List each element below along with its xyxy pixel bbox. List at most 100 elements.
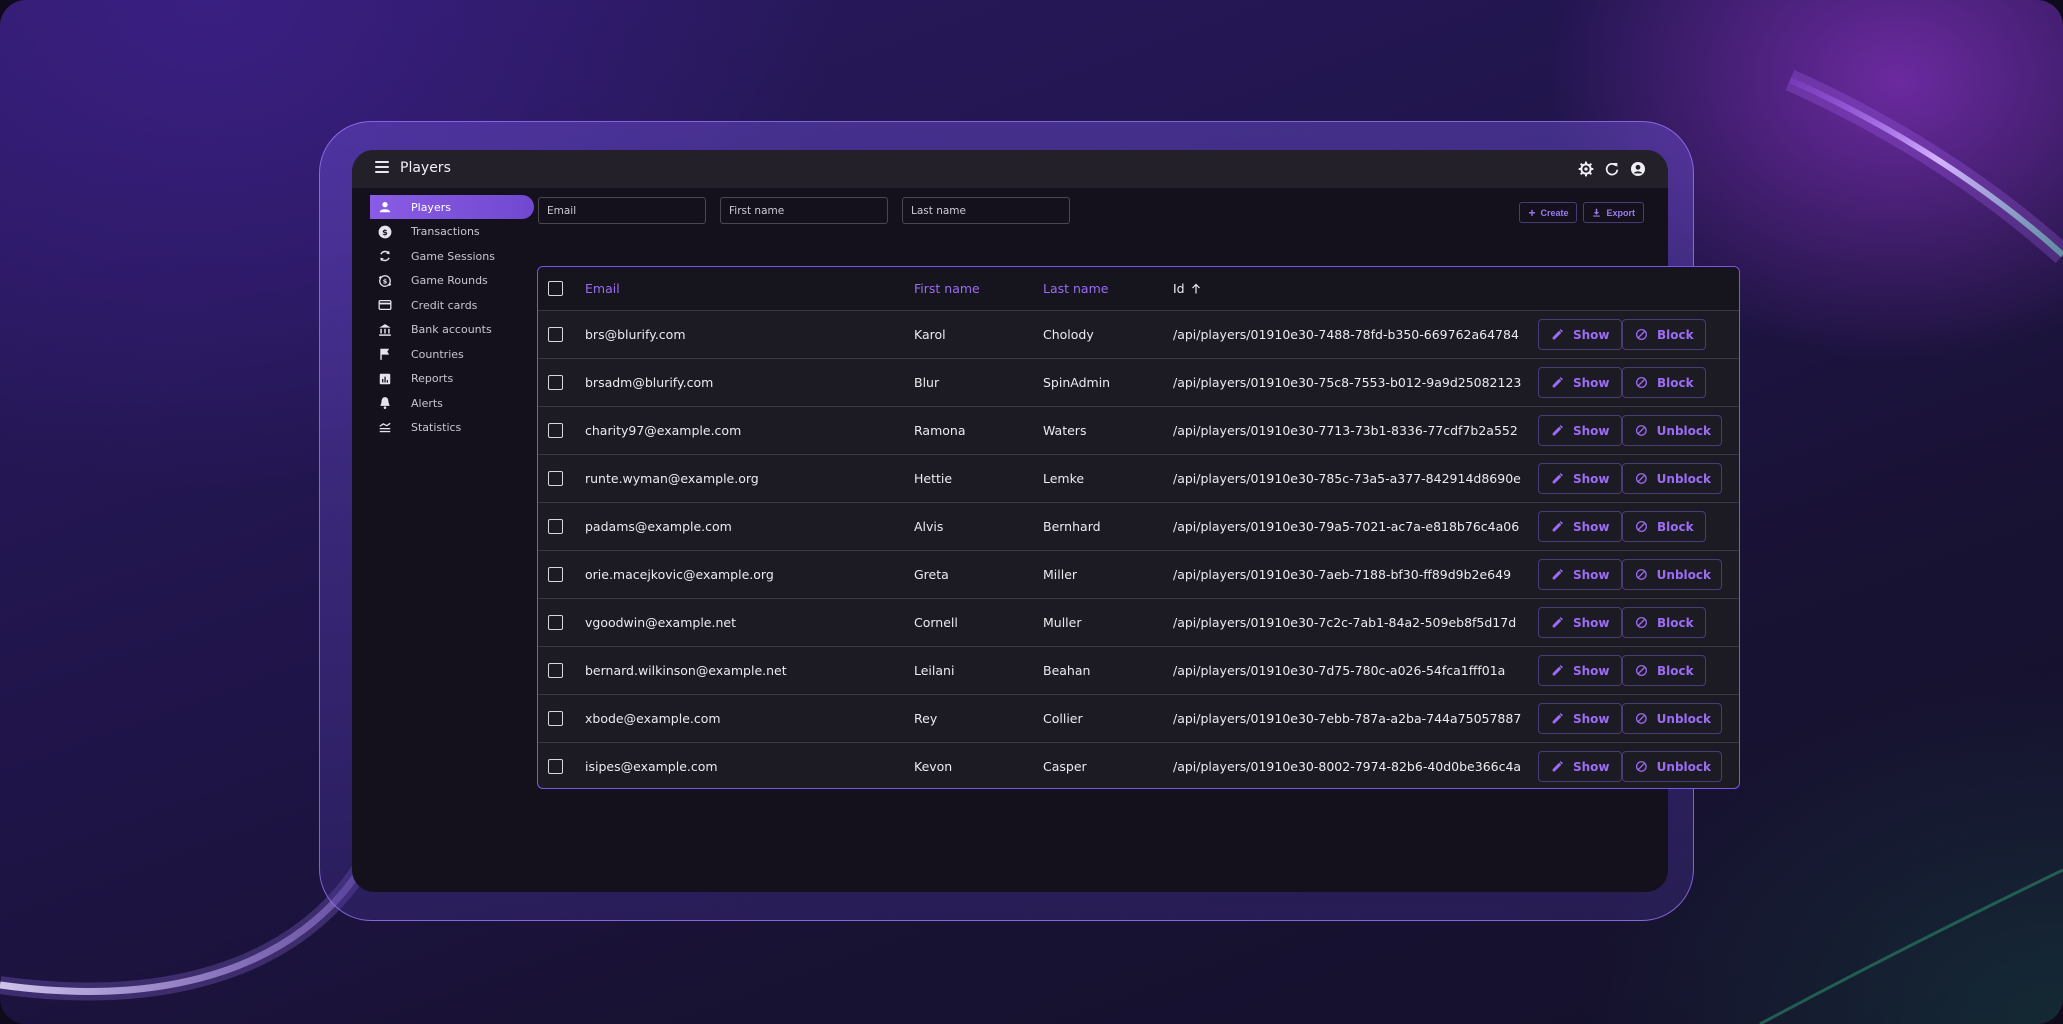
unblock-button[interactable]: Unblock xyxy=(1622,703,1722,734)
settings-icon[interactable] xyxy=(1578,161,1594,177)
show-button[interactable]: Show xyxy=(1538,655,1622,686)
sidebar-item-reports[interactable]: Reports xyxy=(370,367,534,391)
block-button[interactable]: Block xyxy=(1622,367,1706,398)
edit-icon xyxy=(1552,569,1563,580)
sidebar-item-countries[interactable]: Countries xyxy=(370,342,534,366)
row-checkbox[interactable] xyxy=(548,663,563,678)
cell-id: /api/players/01910e30-7d75-780c-a026-54f… xyxy=(1173,663,1506,678)
cell-email: brsadm@blurify.com xyxy=(585,375,714,390)
table-row[interactable]: runte.wyman@example.org Hettie Lemke/api/p… xyxy=(538,455,1739,503)
cell-first-name: Greta xyxy=(914,567,949,582)
block-icon xyxy=(1635,520,1648,533)
sidebar-item-label: Reports xyxy=(411,372,454,385)
unblock-button[interactable]: Unblock xyxy=(1622,415,1722,446)
show-button[interactable]: Show xyxy=(1538,367,1622,398)
column-header-first-name[interactable]: First name xyxy=(914,267,980,310)
person-icon xyxy=(379,202,391,213)
table-row[interactable]: isipes@example.com Kevon Casper/api/player… xyxy=(538,743,1739,788)
cell-id: /api/players/01910e30-785c-73a5-a377-842… xyxy=(1173,471,1521,486)
block-icon xyxy=(1635,713,1647,724)
block-action-label: Block xyxy=(1657,327,1694,342)
block-button[interactable]: Block xyxy=(1622,511,1706,542)
unblock-button[interactable]: Unblock xyxy=(1622,463,1722,494)
table-row[interactable]: bernard.wilkinson@example.net Leilani Beah… xyxy=(538,647,1739,695)
sidebar-item-statistics[interactable]: Statistics xyxy=(370,416,534,440)
show-button-label: Show xyxy=(1573,423,1610,438)
sidebar-item-label: Players xyxy=(411,200,451,214)
cell-last-name: SpinAdmin xyxy=(1043,375,1111,390)
row-checkbox[interactable] xyxy=(548,375,563,390)
block-action-label: Unblock xyxy=(1656,759,1711,774)
table-row[interactable]: brs@blurify.com Karol Cholody/api/players/… xyxy=(538,311,1739,359)
sidebar-item-game-sessions[interactable]: Game Sessions xyxy=(370,244,534,268)
last-name-filter-input[interactable] xyxy=(902,197,1070,224)
sidebar-item-bank-accounts[interactable]: Bank accounts xyxy=(370,318,534,342)
create-button[interactable]: + Create xyxy=(1519,202,1578,223)
show-button[interactable]: Show xyxy=(1538,607,1622,638)
select-all-checkbox[interactable] xyxy=(548,281,563,296)
account-icon[interactable] xyxy=(1630,161,1646,177)
table-row[interactable]: charity97@example.com Ramona Waters/api/pl… xyxy=(538,407,1739,455)
show-button[interactable]: Show xyxy=(1538,463,1622,494)
cell-id: /api/players/01910e30-7488-78fd-b350-669… xyxy=(1173,327,1519,342)
show-button[interactable]: Show xyxy=(1538,559,1622,590)
sidebar-item-players[interactable]: Players xyxy=(370,195,534,219)
edit-icon xyxy=(1552,377,1563,388)
cell-email: padams@example.com xyxy=(585,519,732,534)
block-button[interactable]: Block xyxy=(1622,607,1706,638)
show-button-label: Show xyxy=(1573,615,1610,630)
row-checkbox[interactable] xyxy=(548,423,563,438)
row-checkbox[interactable] xyxy=(548,567,563,582)
first-name-filter-input[interactable] xyxy=(720,197,888,224)
players-table: Email First name Last name Id brs@blurif… xyxy=(537,266,1740,789)
row-checkbox[interactable] xyxy=(548,471,563,486)
column-header-last-name[interactable]: Last name xyxy=(1043,267,1108,310)
block-button[interactable]: Block xyxy=(1622,655,1706,686)
table-row[interactable]: padams@example.com Alvis Bernhard/api/play… xyxy=(538,503,1739,551)
table-row[interactable]: vgoodwin@example.net Cornell Muller/api/pl… xyxy=(538,599,1739,647)
row-checkbox[interactable] xyxy=(548,615,563,630)
column-header-email[interactable]: Email xyxy=(585,267,620,310)
show-button[interactable]: Show xyxy=(1538,319,1622,350)
block-action-label: Unblock xyxy=(1656,711,1711,726)
sidebar-item-transactions[interactable]: $ Transactions xyxy=(370,220,534,244)
block-icon xyxy=(1635,569,1647,580)
cell-first-name: Leilani xyxy=(914,663,955,678)
sidebar-item-label: Credit cards xyxy=(411,298,478,312)
flag-icon xyxy=(380,348,390,360)
row-checkbox[interactable] xyxy=(548,759,563,774)
edit-icon xyxy=(1552,665,1563,676)
block-icon xyxy=(1635,616,1648,629)
stats-icon xyxy=(379,422,391,432)
show-button[interactable]: Show xyxy=(1538,511,1622,542)
sidebar: Players $ Transactions Game Sessions $ G… xyxy=(370,195,534,440)
sidebar-item-credit-cards[interactable]: Credit cards xyxy=(370,293,534,317)
column-header-id[interactable]: Id xyxy=(1173,267,1202,310)
table-row[interactable]: orie.macejkovic@example.org Greta Miller/a… xyxy=(538,551,1739,599)
block-action-label: Unblock xyxy=(1656,567,1711,582)
refresh-icon[interactable] xyxy=(1604,161,1620,177)
unblock-button[interactable]: Unblock xyxy=(1622,751,1722,782)
block-action-label: Unblock xyxy=(1656,471,1711,486)
unblock-button[interactable]: Unblock xyxy=(1622,559,1722,590)
block-button[interactable]: Block xyxy=(1622,319,1706,350)
menu-icon[interactable] xyxy=(375,161,389,173)
row-checkbox[interactable] xyxy=(548,327,563,342)
table-row[interactable]: brsadm@blurify.com Blur SpinAdmin/api/play… xyxy=(538,359,1739,407)
cell-last-name: Collier xyxy=(1043,711,1083,726)
show-button[interactable]: Show xyxy=(1538,415,1622,446)
cell-last-name: Beahan xyxy=(1043,663,1091,678)
show-button[interactable]: Show xyxy=(1538,751,1622,782)
export-button[interactable]: Export xyxy=(1583,202,1644,223)
block-icon xyxy=(1635,473,1647,484)
sort-ascending-icon xyxy=(1191,283,1200,293)
email-filter-input[interactable] xyxy=(538,197,706,224)
show-button[interactable]: Show xyxy=(1538,703,1622,734)
row-checkbox[interactable] xyxy=(548,711,563,726)
row-checkbox[interactable] xyxy=(548,519,563,534)
sidebar-item-alerts[interactable]: Alerts xyxy=(370,391,534,415)
sidebar-item-label: Transactions xyxy=(411,225,480,238)
sidebar-item-label: Game Rounds xyxy=(411,274,488,287)
sidebar-item-game-rounds[interactable]: $ Game Rounds xyxy=(370,269,534,293)
table-row[interactable]: xbode@example.com Rey Collier/api/players/… xyxy=(538,695,1739,743)
